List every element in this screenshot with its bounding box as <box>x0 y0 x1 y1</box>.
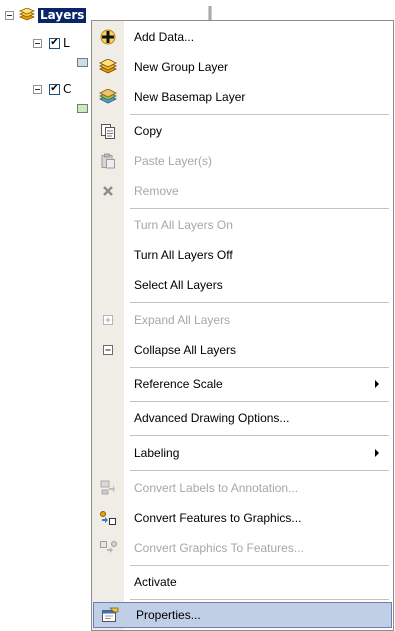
menu-item-label: Turn All Layers On <box>134 218 233 232</box>
convert-features-icon <box>99 509 117 527</box>
menu-separator <box>130 599 389 600</box>
context-menu: Add Data... New Group Layer New Basemap … <box>91 20 394 631</box>
menu-item-label: Properties... <box>136 608 201 622</box>
menu-separator <box>130 470 389 471</box>
collapse-toggle-icon[interactable] <box>5 10 14 20</box>
menu-separator <box>130 565 389 566</box>
copy-icon <box>99 122 117 140</box>
menu-item-add-data[interactable]: Add Data... <box>92 24 393 50</box>
menu-separator <box>130 114 389 115</box>
menu-item-label: Turn All Layers Off <box>134 248 233 262</box>
menu-item-label: Remove <box>134 184 179 198</box>
menu-item-label: Convert Graphics To Features... <box>134 541 304 555</box>
collapse-toggle-icon[interactable] <box>33 84 42 94</box>
menu-item-label: Labeling <box>134 446 180 460</box>
menu-item-turn-all-layers-off[interactable]: Turn All Layers Off <box>92 242 393 268</box>
menu-item-advanced-drawing-options[interactable]: Advanced Drawing Options... <box>92 405 393 431</box>
submenu-arrow-icon <box>375 380 379 388</box>
layers-root-label[interactable]: Layers <box>38 7 87 23</box>
layer-symbol-swatch <box>77 104 88 113</box>
properties-icon <box>101 606 119 624</box>
menu-item-select-all-layers[interactable]: Select All Layers <box>92 272 393 298</box>
menu-item-label: Advanced Drawing Options... <box>134 411 290 425</box>
menu-item-new-group-layer[interactable]: New Group Layer <box>92 54 393 80</box>
menu-item-properties[interactable]: Properties... <box>93 602 392 628</box>
menu-item-turn-all-layers-on[interactable]: Turn All Layers On <box>92 212 393 238</box>
collapse-icon <box>99 341 117 359</box>
layer-visibility-checkbox[interactable]: ✔ <box>49 37 60 49</box>
menu-separator <box>130 208 389 209</box>
collapse-toggle-icon[interactable] <box>33 38 42 48</box>
panel-splitter[interactable] <box>208 6 212 20</box>
menu-item-labeling[interactable]: Labeling <box>92 440 393 466</box>
menu-item-collapse-all-layers[interactable]: Collapse All Layers <box>92 337 393 363</box>
submenu-arrow-icon <box>375 449 379 457</box>
layer-name[interactable]: L <box>63 36 70 50</box>
menu-item-convert-graphics-to-features[interactable]: Convert Graphics To Features... <box>92 535 393 561</box>
menu-item-activate[interactable]: Activate <box>92 569 393 595</box>
layer-row-1: ✔ L <box>33 34 70 52</box>
menu-item-label: Collapse All Layers <box>134 343 237 357</box>
menu-item-label: Add Data... <box>134 30 195 44</box>
add-data-icon <box>99 28 117 46</box>
convert-labels-icon <box>99 479 117 497</box>
menu-item-label: Paste Layer(s) <box>134 154 213 168</box>
menu-separator <box>130 367 389 368</box>
menu-item-convert-features-to-graphics[interactable]: Convert Features to Graphics... <box>92 505 393 531</box>
expand-icon <box>99 311 117 329</box>
basemap-layer-icon <box>99 88 117 106</box>
menu-separator <box>130 302 389 303</box>
layer-symbol-swatch <box>77 58 88 67</box>
convert-graphics-icon <box>99 539 117 557</box>
layer-visibility-checkbox[interactable]: ✔ <box>49 83 60 95</box>
menu-item-label: Expand All Layers <box>134 313 231 327</box>
menu-item-label: Copy <box>134 124 163 138</box>
menu-item-label: Convert Labels to Annotation... <box>134 481 299 495</box>
menu-item-label: New Basemap Layer <box>134 90 246 104</box>
menu-item-paste-layers[interactable]: Paste Layer(s) <box>92 148 393 174</box>
menu-item-label: New Group Layer <box>134 60 229 74</box>
menu-item-copy[interactable]: Copy <box>92 118 393 144</box>
toc-root-row: Layers <box>5 6 87 24</box>
menu-separator <box>130 401 389 402</box>
menu-item-label: Convert Features to Graphics... <box>134 511 302 525</box>
paste-icon <box>99 152 117 170</box>
menu-item-label: Reference Scale <box>134 377 223 391</box>
remove-icon <box>99 182 117 200</box>
menu-item-remove[interactable]: Remove <box>92 178 393 204</box>
menu-item-expand-all-layers[interactable]: Expand All Layers <box>92 307 393 333</box>
group-layer-icon <box>99 58 117 76</box>
menu-item-label: Activate <box>134 575 177 589</box>
menu-item-reference-scale[interactable]: Reference Scale <box>92 371 393 397</box>
layer-name[interactable]: C <box>63 82 71 96</box>
menu-item-label: Select All Layers <box>134 278 223 292</box>
layer-row-2: ✔ C <box>33 80 71 98</box>
menu-item-convert-labels-to-annotation[interactable]: Convert Labels to Annotation... <box>92 475 393 501</box>
layers-icon <box>18 7 36 22</box>
menu-item-new-basemap-layer[interactable]: New Basemap Layer <box>92 84 393 110</box>
menu-separator <box>130 435 389 436</box>
